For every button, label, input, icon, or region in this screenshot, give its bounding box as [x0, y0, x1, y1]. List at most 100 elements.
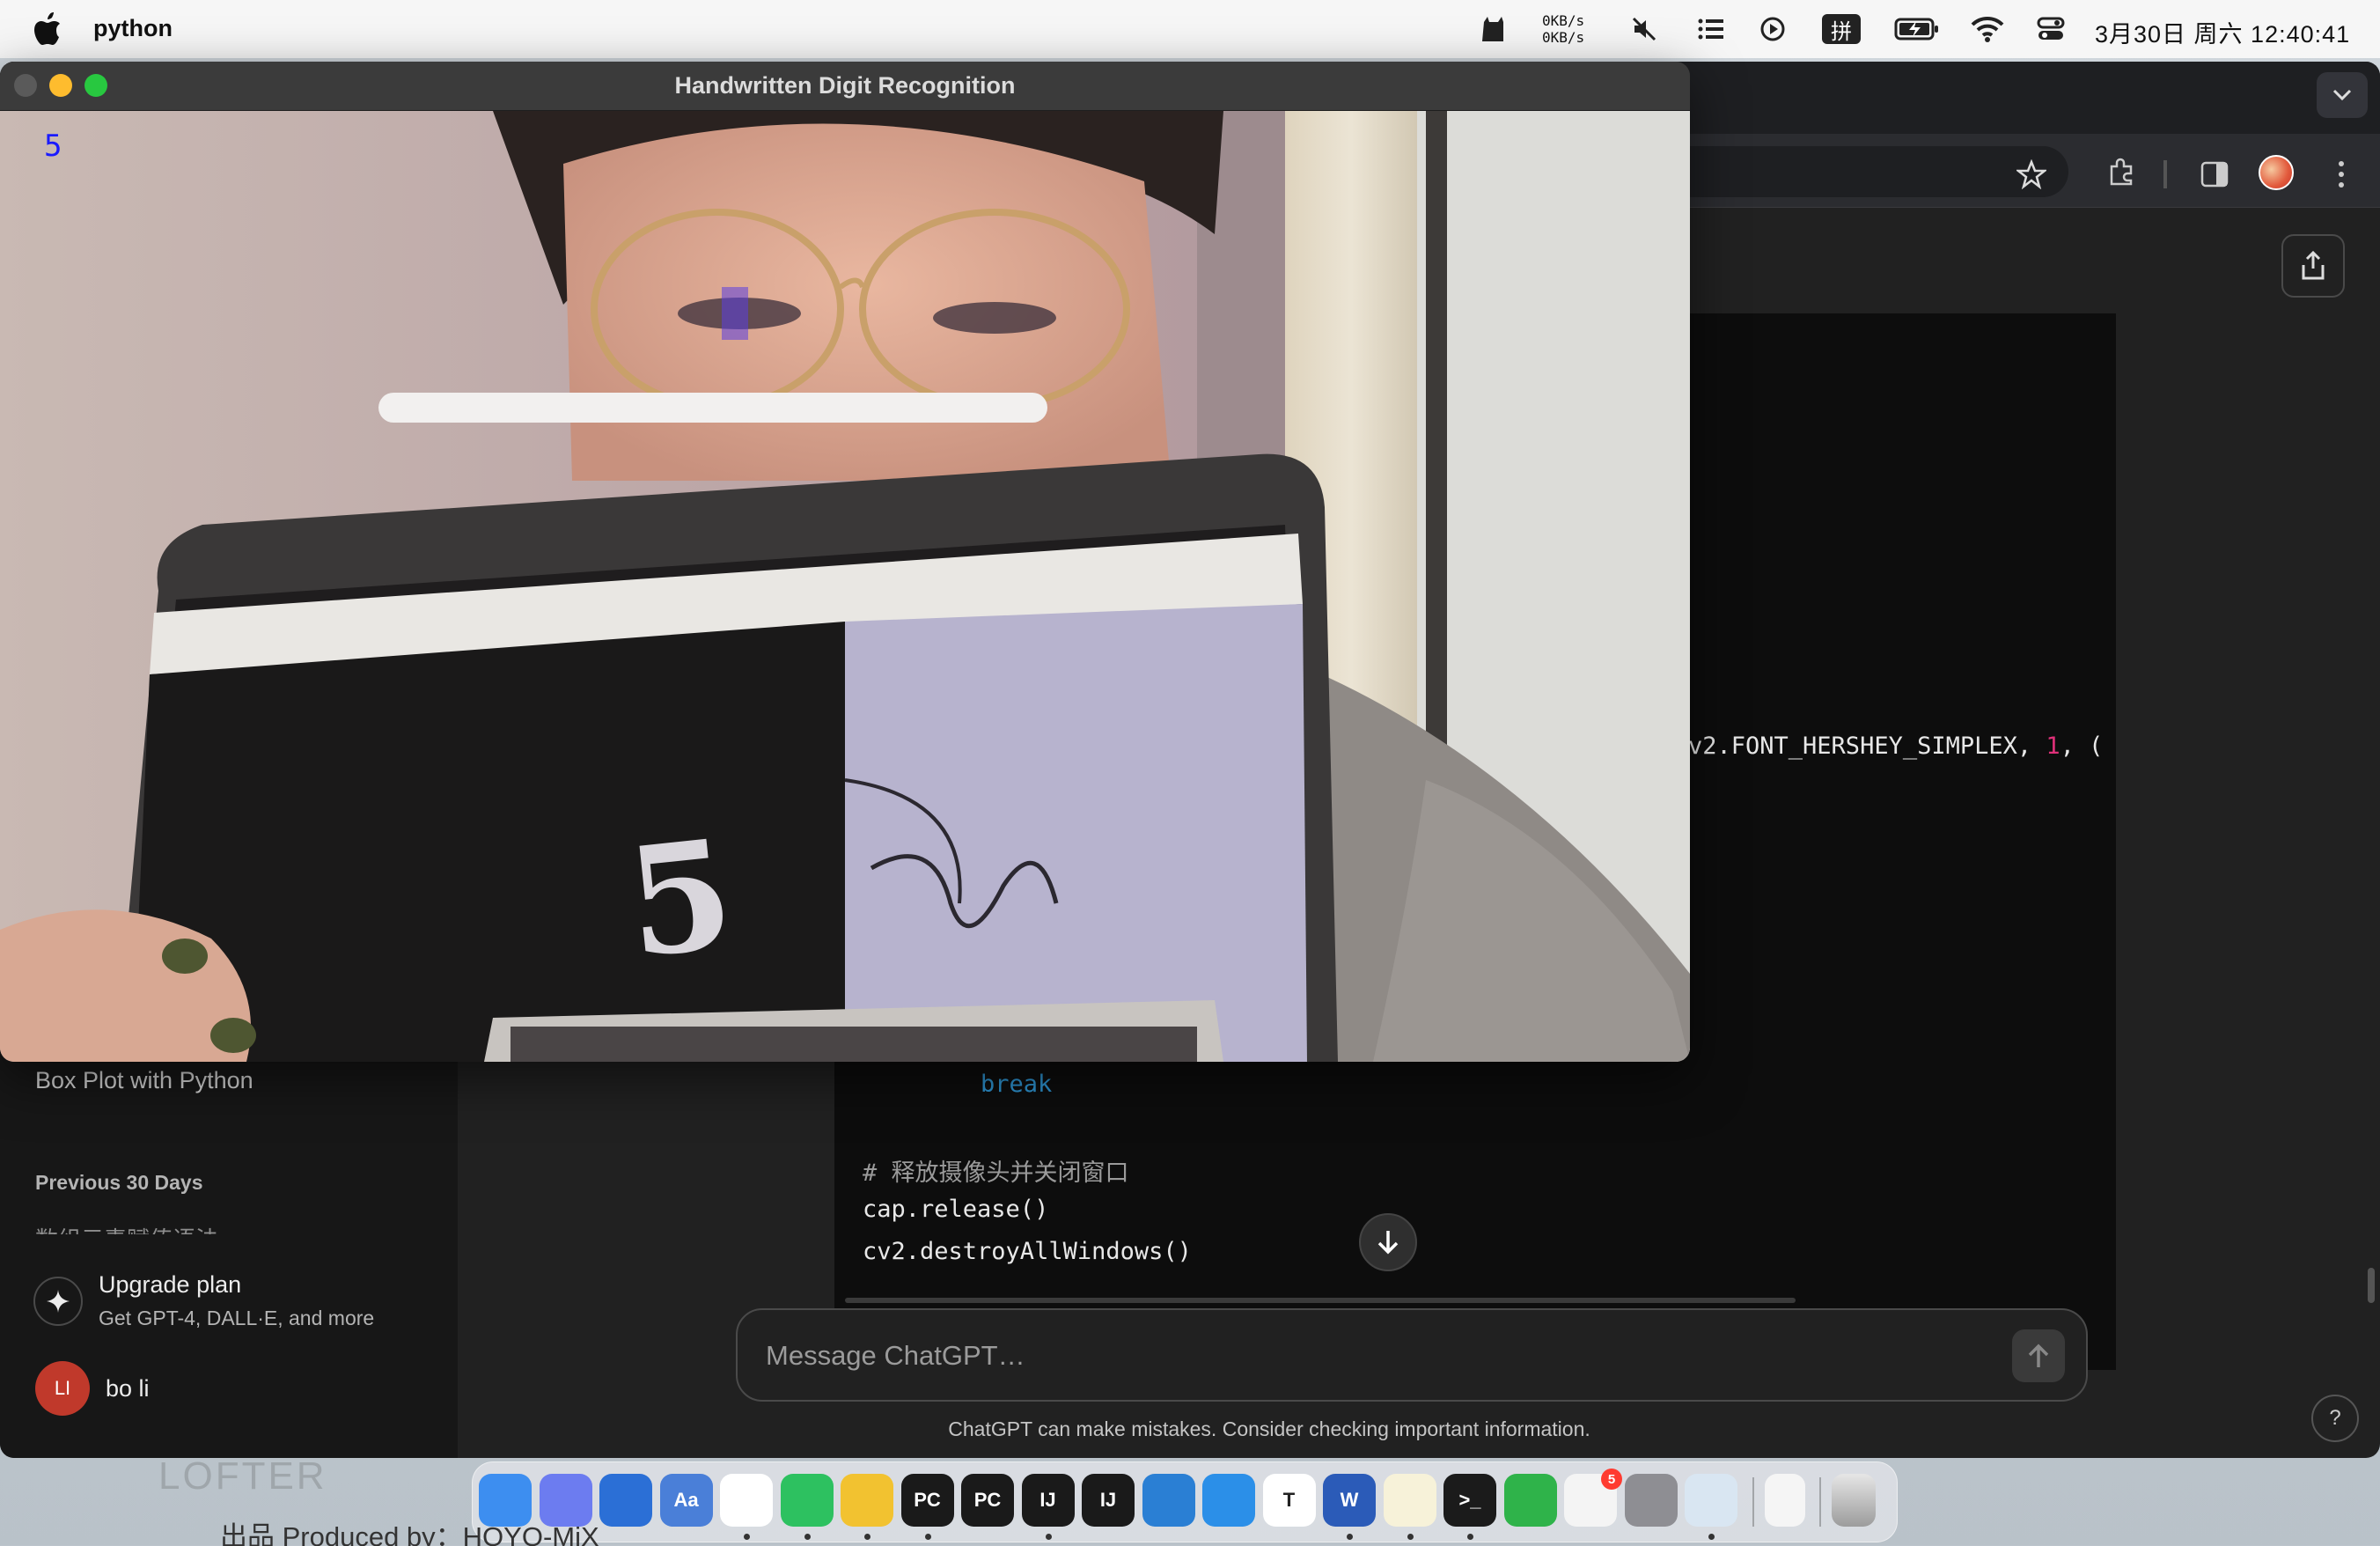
code-horizontal-scrollbar[interactable] [845, 1298, 1796, 1303]
dock-app-word[interactable]: W [1323, 1474, 1376, 1527]
predicted-digit-label: 5 [44, 129, 62, 164]
dock-app-pycharm-ce[interactable]: PC [961, 1474, 1014, 1527]
composer-placeholder[interactable]: Message ChatGPT… [766, 1340, 1025, 1372]
page-scrollbar[interactable] [2368, 1268, 2375, 1303]
toolbar-divider [2163, 160, 2167, 188]
profile-avatar[interactable] [2259, 155, 2294, 190]
dock-app-notes[interactable] [1383, 1474, 1436, 1527]
play-circle-icon[interactable] [1755, 12, 1790, 46]
list-icon[interactable] [1693, 12, 1729, 46]
opencv-titlebar[interactable]: Handwritten Digit Recognition [0, 62, 1690, 111]
dock-app-sourcetree[interactable] [599, 1474, 652, 1527]
dock-separator [1818, 1477, 1821, 1527]
dock-app-vs-code[interactable] [1142, 1474, 1195, 1527]
send-button[interactable] [2012, 1329, 2065, 1382]
dock-app-pycharm[interactable]: PC [900, 1474, 954, 1527]
dock-app-dictionary[interactable]: Aa [659, 1474, 713, 1527]
user-name: bo li [106, 1375, 150, 1402]
handwritten-digit: 5 [619, 806, 741, 992]
dock-app-label: W [1340, 1489, 1359, 1511]
upgrade-plan-button[interactable]: Upgrade plan Get GPT-4, DALL·E, and more [25, 1261, 438, 1345]
dock-app-terminal[interactable]: >_ [1443, 1474, 1496, 1527]
code-puttext-b: , ( [2060, 733, 2104, 760]
upgrade-subtitle: Get GPT-4, DALL·E, and more [99, 1307, 375, 1329]
dock-running-indicator [1407, 1534, 1414, 1540]
net-up-text: 0KB/s [1542, 12, 1585, 29]
dock-app-label: IJ [1039, 1489, 1056, 1511]
dock-app-label: Aa [673, 1489, 699, 1511]
dock-running-indicator [804, 1534, 811, 1540]
user-avatar: LI [35, 1361, 90, 1416]
dock-app-system-settings[interactable] [1624, 1474, 1678, 1527]
dock-app-maps[interactable] [841, 1474, 893, 1527]
dock-app-intellij-idea[interactable]: IJ [1021, 1474, 1075, 1527]
drawing-canvas [845, 604, 1307, 1062]
dock-running-indicator [1467, 1534, 1473, 1540]
dock-app-label: T [1282, 1489, 1296, 1511]
control-center-icon[interactable] [2033, 12, 2068, 46]
input-method-label: 拼 [1822, 14, 1861, 44]
dock-app-docker[interactable] [1202, 1474, 1255, 1527]
dock-app-numbers[interactable] [1503, 1474, 1557, 1527]
dock-app-label: PC [914, 1489, 941, 1511]
cat-status-icon[interactable] [1475, 12, 1510, 46]
bookmark-star-icon[interactable] [2012, 155, 2051, 194]
dock-app-typora[interactable]: T [1262, 1474, 1316, 1527]
webcam-frame: 5 [0, 111, 1690, 1062]
share-icon [2302, 251, 2325, 280]
scroll-to-bottom-button[interactable] [1359, 1213, 1417, 1271]
sidebar-section-label: Previous 30 Days [35, 1171, 203, 1194]
sidebar-chat-item[interactable]: Box Plot with Python [35, 1067, 253, 1094]
message-composer[interactable]: Message ChatGPT… [736, 1308, 2088, 1402]
trash-icon[interactable] [1831, 1474, 1876, 1527]
side-panel-icon[interactable] [2195, 155, 2234, 194]
code-line-break: break [981, 1071, 1053, 1098]
wifi-icon[interactable] [1968, 12, 2007, 46]
network-speed[interactable]: 0KB/s 0KB/s [1542, 12, 1584, 46]
user-menu[interactable]: LI bo li [35, 1361, 422, 1417]
dock-app-intellij-idea-ce[interactable]: IJ [1082, 1474, 1135, 1527]
dock-app-preview[interactable] [1685, 1474, 1737, 1527]
input-method-icon[interactable]: 拼 [1820, 12, 1862, 46]
code-puttext-a: v2.FONT_HERSHEY_SIMPLEX, [1688, 733, 2046, 760]
share-button[interactable] [2281, 234, 2345, 298]
disclaimer-text: ChatGPT can make mistakes. Consider chec… [948, 1417, 1590, 1440]
dock-app-wechat[interactable] [780, 1474, 834, 1527]
opencv-window-title: Handwritten Digit Recognition [674, 72, 1016, 99]
dock-running-indicator [1347, 1534, 1353, 1540]
dock-separator [1752, 1477, 1754, 1527]
code-line-destroy: cv2.destroyAllWindows() [863, 1238, 1192, 1265]
upgrade-title: Upgrade plan [99, 1271, 242, 1298]
arrow-down-icon [1377, 1231, 1399, 1255]
dock-running-indicator [1045, 1534, 1052, 1540]
battery-charging-icon[interactable] [1892, 12, 1942, 46]
dock-running-indicator [864, 1534, 870, 1540]
volume-muted-icon[interactable] [1627, 12, 1662, 46]
face [563, 123, 1171, 481]
opencv-window: Handwritten Digit Recognition 5 5 [0, 62, 1690, 1062]
help-button[interactable]: ? [2311, 1395, 2359, 1442]
sparkle-icon [33, 1277, 83, 1326]
active-app-name[interactable]: python [93, 15, 173, 42]
code-puttext-num: 1 [2046, 733, 2060, 760]
tab-search-button[interactable] [2317, 72, 2368, 118]
apple-pencil [378, 393, 1047, 423]
dock-document-stack[interactable] [1764, 1474, 1805, 1527]
dock-running-indicator [924, 1534, 931, 1540]
chevron-down-icon [2332, 89, 2352, 101]
wallpaper-watermark: LOFTER [158, 1454, 327, 1498]
apple-menu-icon[interactable] [33, 12, 62, 46]
more-menu-icon[interactable] [2327, 155, 2355, 194]
address-bar[interactable] [1628, 146, 2068, 197]
dock-app-label: PC [973, 1489, 1002, 1511]
extensions-icon[interactable] [2102, 153, 2141, 192]
menu-bar: python 0KB/s 0KB/s 拼 3月30日 周六 12:40:41 [0, 0, 2380, 58]
dock-app-reminders[interactable]: 5 [1564, 1469, 1622, 1527]
wallpaper-credit: 出品 Produced by：HOYO-MiX [220, 1521, 599, 1546]
dock-app-chrome[interactable] [720, 1474, 773, 1527]
code-line-release: cap.release() [863, 1196, 1049, 1223]
code-line-comment: # 释放摄像头并关闭窗口 [863, 1160, 1129, 1187]
menubar-clock[interactable]: 3月30日 周六 12:40:41 [2095, 15, 2350, 49]
dock-app-label: IJ [1099, 1489, 1117, 1511]
sidebar-chat-item-faded[interactable]: 数组元素赋值语法 [35, 1222, 218, 1234]
